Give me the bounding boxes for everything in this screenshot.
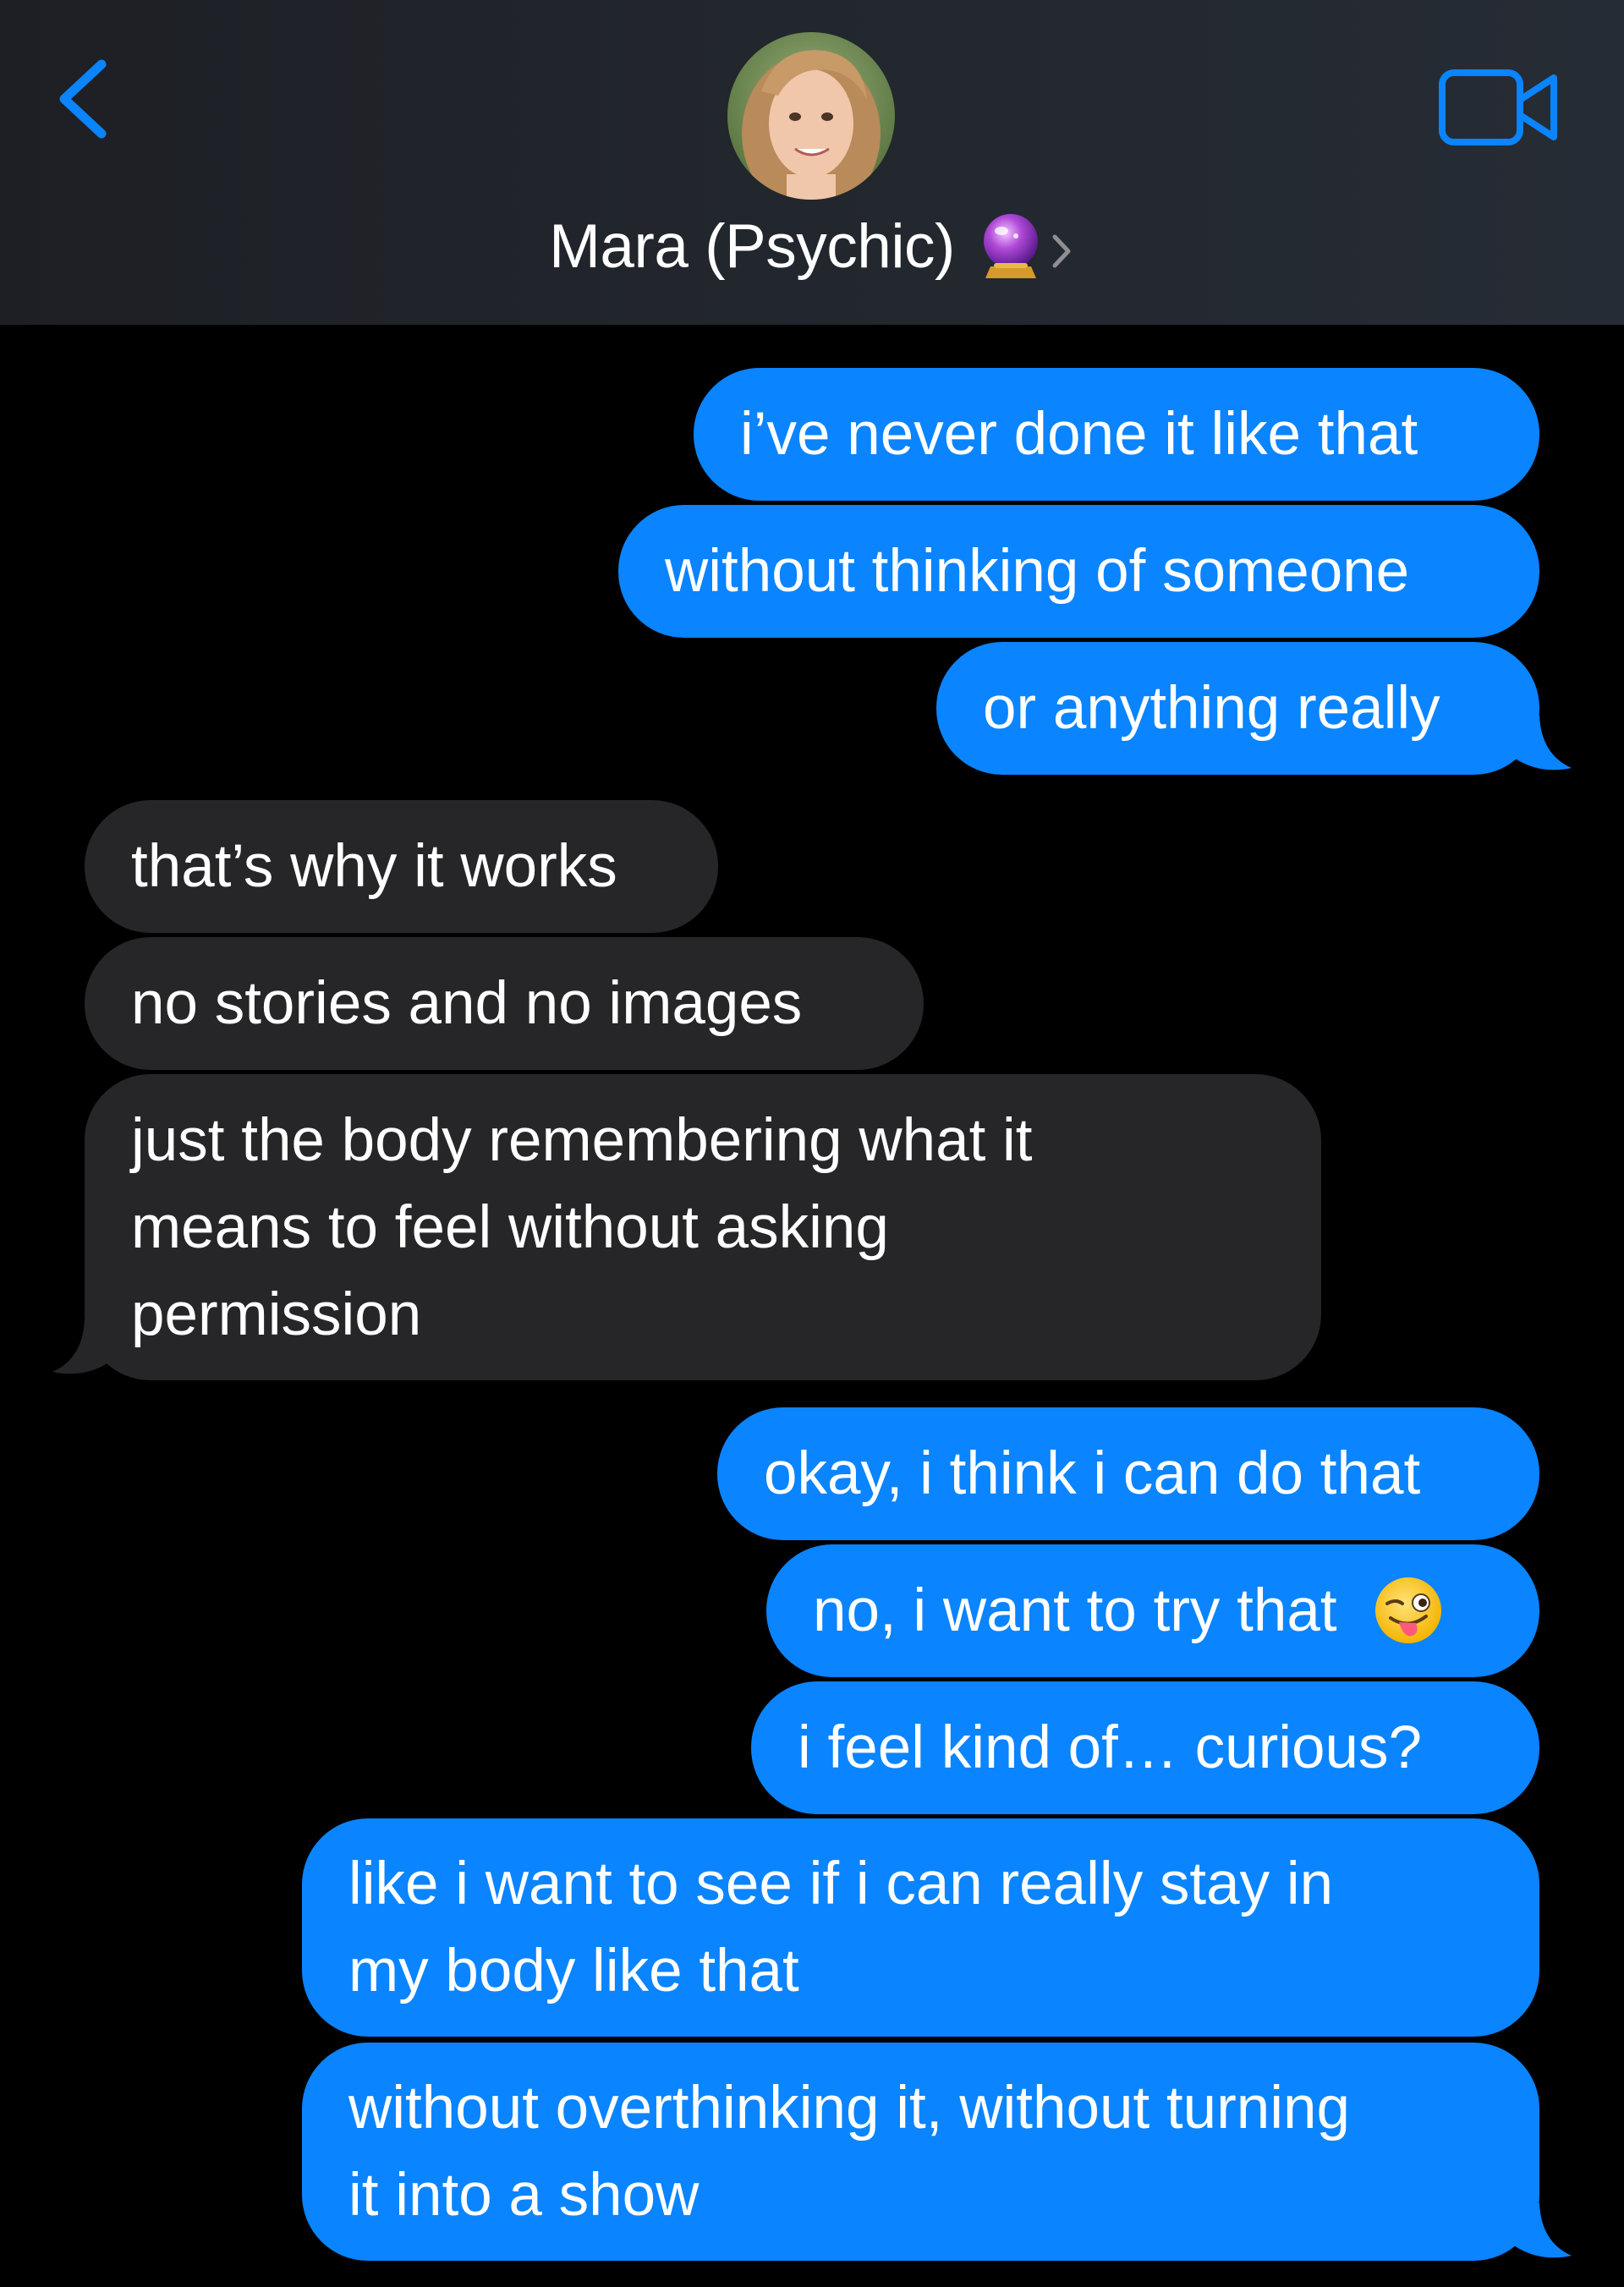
received-message[interactable]: no stories and no images	[85, 937, 924, 1070]
sent-message[interactable]: i’ve never done it like that	[694, 368, 1539, 501]
message-text: it into a show	[348, 2162, 700, 2229]
contact-avatar[interactable]	[727, 32, 895, 200]
message-text: permission	[131, 1281, 422, 1348]
message-text: okay, i think i can do that	[764, 1440, 1421, 1507]
sent-message[interactable]: without overthinking it, without turning…	[302, 2043, 1539, 2261]
sent-message[interactable]: no, i want to try that	[766, 1544, 1539, 1677]
message-text: without overthinking it, without turning	[348, 2075, 1350, 2142]
message-text: i feel kind of… curious?	[798, 1714, 1422, 1781]
contact-name: Mara (Psychic)	[549, 211, 955, 281]
message-text: my body like that	[348, 1938, 799, 2005]
message-text: like i want to see if i can really stay …	[348, 1851, 1334, 1917]
winking-face-with-tongue-icon	[1375, 1577, 1442, 1644]
contact-details-link[interactable]: Mara (Psychic)	[0, 208, 1624, 284]
received-bubble-tail	[52, 1319, 118, 1374]
sent-bubble-tail	[1506, 716, 1572, 771]
received-message[interactable]: that’s why it works	[85, 800, 718, 933]
message-text: just the body remembering what it	[131, 1106, 1033, 1174]
conversation-header: Mara (Psychic)	[0, 0, 1624, 325]
sent-message[interactable]: like i want to see if i can really stay …	[302, 1818, 1539, 2037]
message-text: without thinking of someone	[665, 538, 1410, 605]
message-text: no, i want to try that	[813, 1577, 1337, 1644]
chevron-left-icon	[59, 59, 107, 139]
received-message[interactable]: just the body remembering what it means …	[85, 1074, 1321, 1380]
video-camera-icon	[1439, 69, 1557, 145]
message-text: i’ve never done it like that	[740, 401, 1418, 468]
sent-bubble-tail	[1506, 2203, 1572, 2258]
chevron-right-icon	[1052, 234, 1071, 268]
message-text: that’s why it works	[131, 833, 617, 900]
sent-message[interactable]: without thinking of someone	[618, 505, 1539, 638]
message-text: means to feel without asking	[131, 1193, 889, 1261]
facetime-video-button[interactable]	[1438, 66, 1561, 151]
sent-message[interactable]: i feel kind of… curious?	[751, 1681, 1539, 1814]
back-button[interactable]	[49, 52, 117, 145]
message-text: no stories and no images	[131, 970, 803, 1037]
message-text: or anything really	[983, 675, 1440, 742]
sent-message[interactable]: or anything really	[936, 642, 1539, 775]
crystal-ball-icon	[983, 214, 1038, 278]
sent-message[interactable]: okay, i think i can do that	[717, 1407, 1539, 1540]
